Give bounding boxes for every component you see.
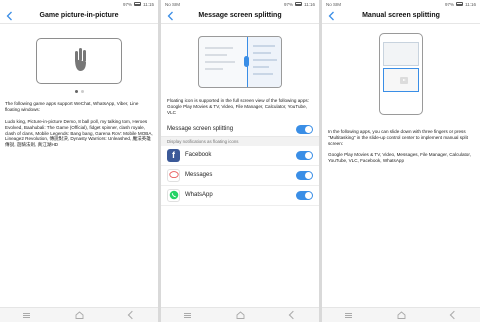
- screen-header: Manual screen splitting: [322, 8, 480, 24]
- app-row-facebook: f Facebook: [161, 146, 319, 166]
- page-title: Game picture-in-picture: [39, 12, 119, 19]
- message-split-screen: No SIM 97% 11:16 Message screen splittin…: [161, 0, 319, 322]
- status-bar: No SIM 97% 11:16: [322, 0, 480, 8]
- screen-header: Message screen splitting: [161, 8, 319, 24]
- bottom-split-pane: [383, 68, 419, 92]
- system-nav-bar: [161, 307, 319, 322]
- messages-icon: [167, 168, 180, 182]
- carousel-dots: [0, 90, 158, 93]
- back-nav-icon[interactable]: [128, 310, 137, 320]
- play-icon: [400, 77, 408, 84]
- screen-header: Game picture-in-picture: [0, 8, 158, 24]
- three-finger-hand-icon: [75, 48, 86, 71]
- floating-icons-hint: Display notifications as floating icons: [161, 136, 319, 146]
- battery-percent: 97%: [123, 1, 133, 7]
- home-icon[interactable]: [75, 311, 84, 319]
- facebook-icon: f: [167, 148, 180, 162]
- landscape-phone-illustration: [36, 38, 122, 84]
- whatsapp-toggle[interactable]: [296, 190, 313, 200]
- battery-icon: [295, 2, 303, 6]
- battery-percent: 97%: [284, 1, 294, 7]
- floating-message-window: [247, 37, 281, 87]
- back-chevron-icon[interactable]: [325, 10, 337, 22]
- battery-icon: [134, 2, 142, 6]
- app-name: WhatsApp: [185, 192, 213, 199]
- manual-split-apps: Google Play Movies & TV, Video, Messages…: [328, 151, 471, 163]
- whatsapp-icon: [167, 188, 180, 202]
- portrait-phone-illustration: [379, 33, 423, 115]
- app-name: Facebook: [185, 152, 212, 159]
- menu-icon[interactable]: [183, 312, 191, 318]
- back-chevron-icon[interactable]: [3, 10, 15, 22]
- clock: 11:15: [143, 1, 154, 7]
- split-screen-illustration: [198, 36, 282, 88]
- home-icon[interactable]: [236, 311, 245, 319]
- back-nav-icon[interactable]: [289, 310, 298, 320]
- menu-icon[interactable]: [22, 312, 30, 318]
- carousel-dot[interactable]: [80, 90, 84, 93]
- message-split-label: Message screen splitting: [167, 126, 234, 133]
- clock: 11:16: [465, 1, 476, 7]
- supported-intro: The following game apps support WeChat, …: [5, 101, 139, 112]
- status-bar: No SIM 97% 11:16: [161, 0, 319, 8]
- message-split-row: Message screen splitting: [161, 123, 319, 137]
- app-name: Messages: [185, 172, 213, 179]
- manual-split-instructions: In the following apps, you can slide dow…: [328, 129, 468, 146]
- system-nav-bar: [322, 307, 480, 322]
- manual-split-screen: No SIM 97% 11:16 Manual screen splitting…: [322, 0, 480, 322]
- back-chevron-icon[interactable]: [164, 10, 176, 22]
- system-nav-bar: [0, 307, 158, 322]
- message-split-toggle[interactable]: [296, 124, 313, 134]
- floating-icon: [244, 56, 249, 67]
- page-title: Message screen splitting: [198, 12, 282, 19]
- messages-toggle[interactable]: [296, 170, 313, 180]
- top-split-pane: [383, 42, 419, 66]
- carousel-dot-active[interactable]: [74, 90, 78, 93]
- status-bar: 97% 11:15: [0, 0, 158, 8]
- carrier-label: No SIM: [165, 1, 181, 7]
- game-pip-screen: 97% 11:15 Game picture-in-picture The fo…: [0, 0, 158, 322]
- menu-icon[interactable]: [344, 312, 352, 318]
- battery-icon: [456, 2, 464, 6]
- supported-games-list: Ludo king, Picture-in-picture Demo, 8 ba…: [5, 118, 153, 148]
- home-icon[interactable]: [397, 311, 406, 319]
- clock: 11:16: [304, 1, 315, 7]
- battery-percent: 97%: [445, 1, 455, 7]
- carrier-label: No SIM: [326, 1, 342, 7]
- back-nav-icon[interactable]: [450, 310, 459, 320]
- facebook-toggle[interactable]: [296, 150, 313, 160]
- app-row-messages: Messages: [161, 166, 319, 186]
- page-title: Manual screen splitting: [362, 12, 440, 19]
- app-row-whatsapp: WhatsApp: [161, 186, 319, 206]
- supported-apps-description: Floating icon is supported in the full s…: [167, 98, 309, 115]
